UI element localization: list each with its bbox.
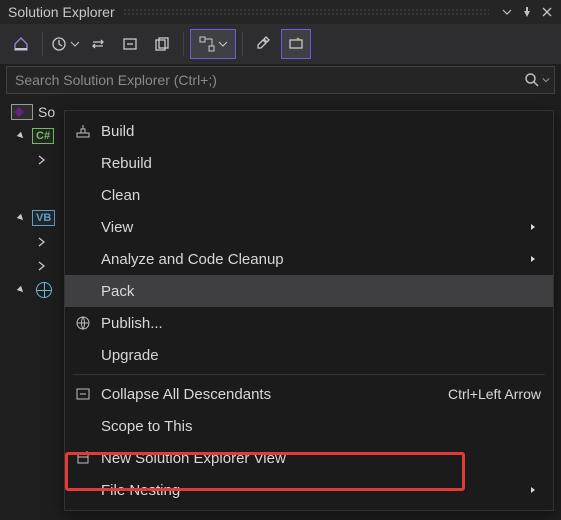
toolbar-separator xyxy=(242,32,243,56)
expander-open-icon[interactable] xyxy=(14,283,28,297)
expander-open-icon[interactable] xyxy=(14,211,28,225)
menu-item-upgrade[interactable]: Upgrade xyxy=(65,339,553,371)
panel-title: Solution Explorer xyxy=(8,4,115,20)
expander-closed-icon[interactable] xyxy=(34,153,48,167)
toolbar xyxy=(0,24,561,64)
menu-item-publish[interactable]: Publish... xyxy=(65,307,553,339)
collapse-icon xyxy=(65,386,101,402)
toolbar-separator xyxy=(42,32,43,56)
publish-icon xyxy=(65,315,101,331)
context-menu: Build Rebuild Clean View Analyze and Cod… xyxy=(64,110,554,511)
menu-item-scope[interactable]: Scope to This xyxy=(65,410,553,442)
home-button[interactable] xyxy=(6,29,36,59)
submenu-arrow-icon xyxy=(525,486,541,494)
menu-item-build[interactable]: Build xyxy=(65,115,553,147)
menu-item-file-nesting[interactable]: File Nesting xyxy=(65,474,553,506)
csharp-badge-icon: C# xyxy=(32,128,54,144)
chevron-down-icon xyxy=(218,35,228,53)
menu-item-rebuild[interactable]: Rebuild xyxy=(65,147,553,179)
submenu-arrow-icon xyxy=(525,223,541,231)
panel-titlebar: Solution Explorer xyxy=(0,0,561,24)
search-bar xyxy=(6,66,555,94)
titlebar-grip[interactable] xyxy=(123,8,489,16)
chevron-down-icon xyxy=(70,35,80,53)
expander-closed-icon[interactable] xyxy=(34,235,48,249)
menu-item-pack[interactable]: Pack xyxy=(65,275,553,307)
history-button[interactable] xyxy=(49,29,81,59)
submenu-arrow-icon xyxy=(525,255,541,263)
globe-icon xyxy=(32,281,56,299)
build-icon xyxy=(65,123,101,139)
menu-item-new-solution-explorer-view[interactable]: New Solution Explorer View xyxy=(65,442,553,474)
menu-item-analyze[interactable]: Analyze and Code Cleanup xyxy=(65,243,553,275)
view-switch-button[interactable] xyxy=(190,29,236,59)
search-icon[interactable] xyxy=(520,72,554,88)
menu-item-clean[interactable]: Clean xyxy=(65,179,553,211)
new-view-icon xyxy=(65,450,101,466)
menu-item-collapse-all[interactable]: Collapse All Descendants Ctrl+Left Arrow xyxy=(65,378,553,410)
close-icon[interactable] xyxy=(537,2,557,22)
show-all-files-button[interactable] xyxy=(147,29,177,59)
solution-icon xyxy=(10,103,34,121)
properties-button[interactable] xyxy=(249,29,279,59)
menu-separator xyxy=(73,374,545,375)
expander-open-icon[interactable] xyxy=(14,129,28,143)
window-dropdown-icon[interactable] xyxy=(497,2,517,22)
toolbar-separator xyxy=(183,32,184,56)
search-input[interactable] xyxy=(7,72,520,88)
solution-label: So xyxy=(38,104,55,120)
collapse-all-button[interactable] xyxy=(115,29,145,59)
preview-button[interactable] xyxy=(281,29,311,59)
pin-icon[interactable] xyxy=(517,2,537,22)
menu-item-view[interactable]: View xyxy=(65,211,553,243)
sync-button[interactable] xyxy=(83,29,113,59)
menu-shortcut: Ctrl+Left Arrow xyxy=(448,386,541,402)
expander-closed-icon[interactable] xyxy=(34,259,48,273)
vb-badge-icon: VB xyxy=(32,210,55,226)
